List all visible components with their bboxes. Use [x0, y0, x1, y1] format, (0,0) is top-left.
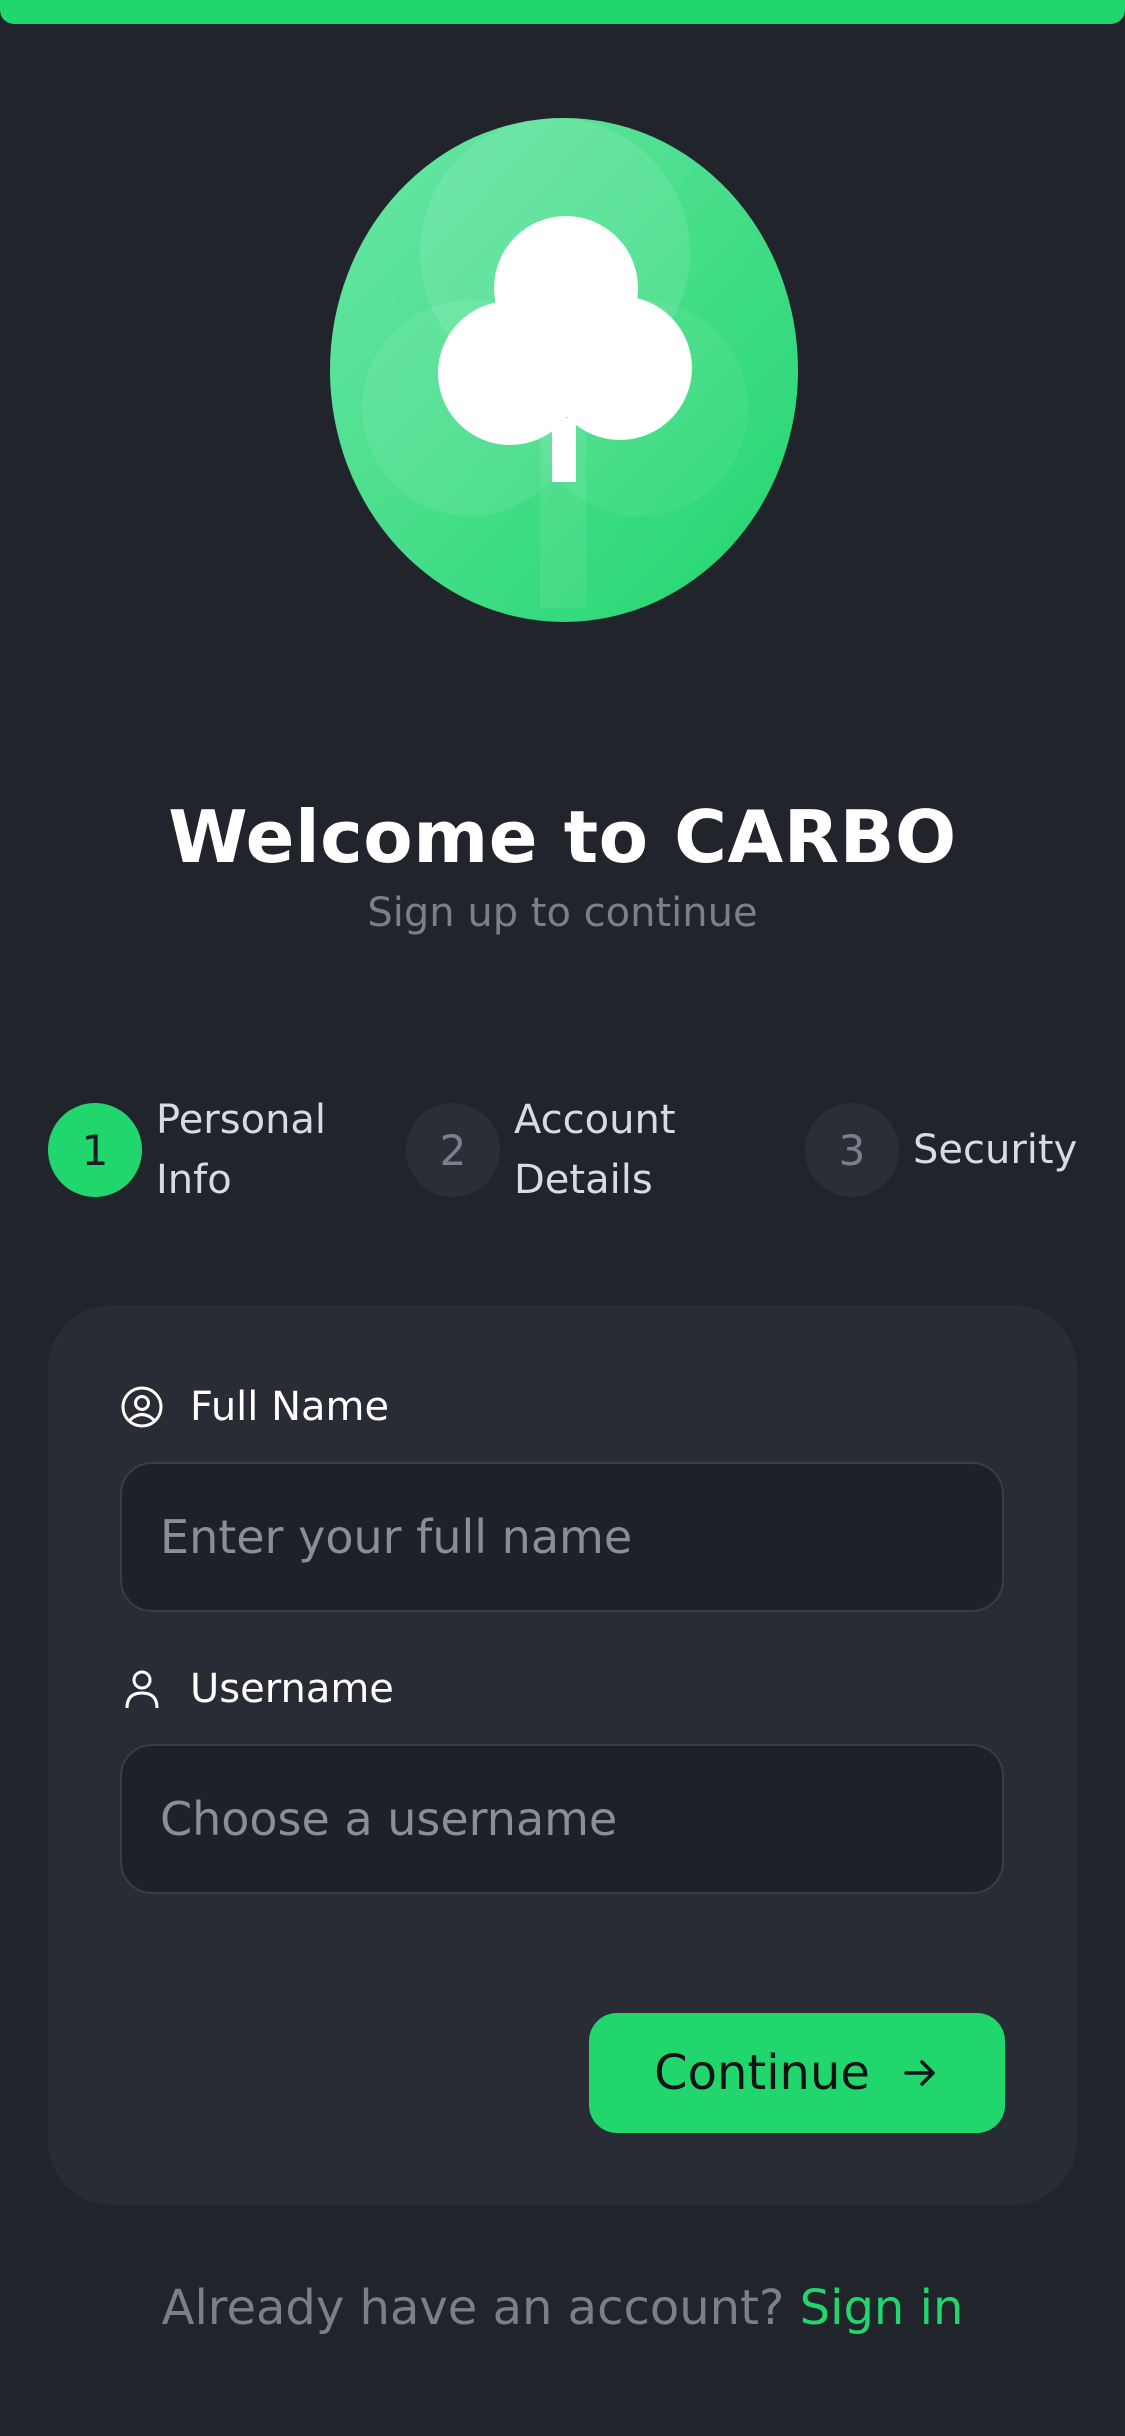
signin-prompt: Already have an account? Sign in: [0, 2280, 1125, 2336]
step-label: Account Details: [514, 1097, 676, 1203]
signup-stepper: 1 Personal Info 2 Account Details 3 Secu…: [0, 1090, 1125, 1210]
continue-button-label: Continue: [654, 2045, 870, 2101]
username-label: Username: [120, 1659, 394, 1719]
continue-button[interactable]: Continue: [589, 2013, 1005, 2133]
signup-screen: Welcome to CARBO Sign up to continue 1 P…: [0, 0, 1125, 2436]
user-icon: [120, 1667, 164, 1711]
arrow-right-icon: [900, 2053, 940, 2093]
page-title: Welcome to CARBO: [168, 795, 957, 879]
step-label: Security: [913, 1127, 1078, 1173]
full-name-label-text: Full Name: [190, 1384, 390, 1430]
step-label: Personal Info: [156, 1097, 327, 1203]
page-subtitle: Sign up to continue: [367, 890, 758, 936]
top-progress-bar: [0, 0, 1125, 24]
step-number: 1: [48, 1103, 142, 1197]
full-name-input[interactable]: [120, 1462, 1004, 1612]
username-label-text: Username: [190, 1666, 394, 1712]
sign-in-link[interactable]: Sign in: [800, 2280, 964, 2336]
tree-logo-icon: [330, 118, 798, 622]
step-security[interactable]: 3 Security: [805, 1090, 1077, 1210]
step-personal-info[interactable]: 1 Personal Info: [48, 1090, 356, 1210]
full-name-label: Full Name: [120, 1377, 389, 1437]
signin-prompt-text: Already have an account?: [161, 2280, 785, 2336]
username-input[interactable]: [120, 1744, 1004, 1894]
user-circle-icon: [120, 1385, 164, 1429]
step-number: 2: [406, 1103, 500, 1197]
step-number: 3: [805, 1103, 899, 1197]
carbo-logo: [330, 118, 798, 623]
step-account-details[interactable]: 2 Account Details: [406, 1090, 714, 1210]
